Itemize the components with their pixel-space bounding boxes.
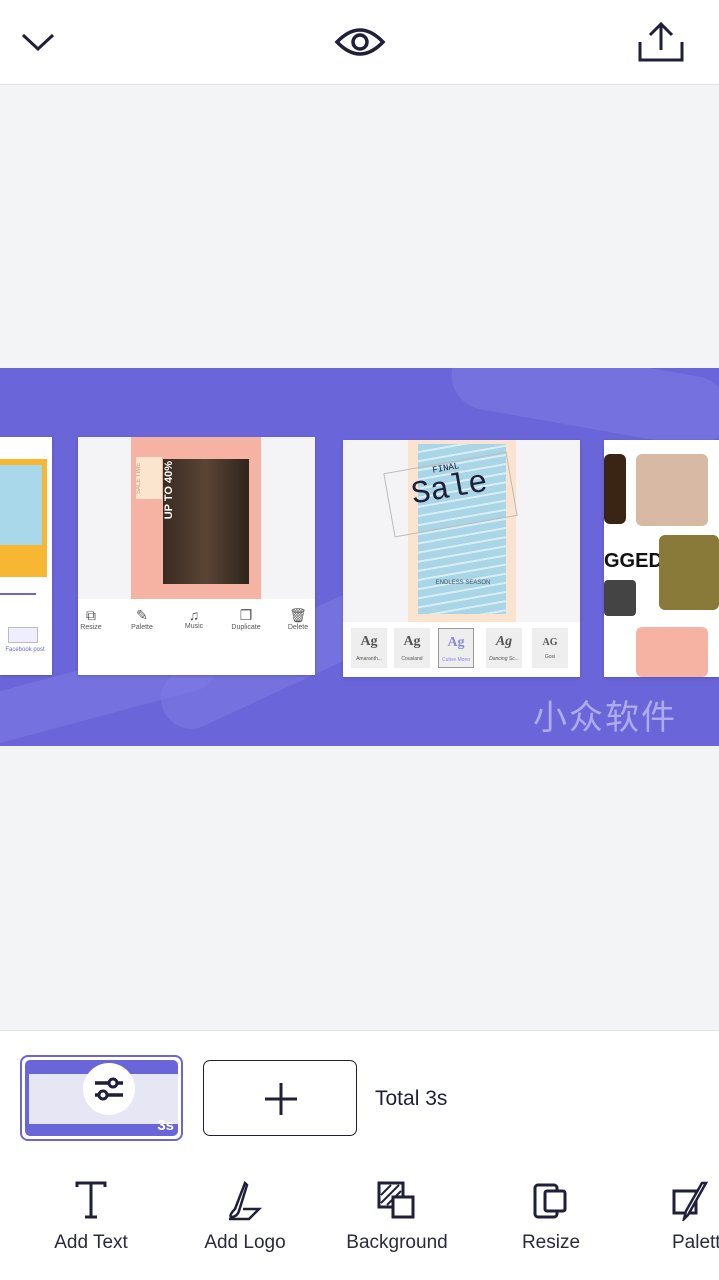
font-option[interactable]: Ag Cousland [394,628,430,668]
font-option[interactable]: AG Gosi [532,628,568,668]
font-option[interactable]: Ag Amaranth... [351,628,387,668]
card-tool-resize[interactable]: ⧉ Resize [71,607,111,631]
card-tool-delete[interactable]: 🗑 Delete [278,607,318,631]
card-label: Facebook post [5,647,45,653]
slide-duration: 3s [157,1117,174,1134]
resize-icon [533,1183,567,1219]
template-card-font[interactable]: FINAL Sale ENDLESS SEASON Ag Amaranth... … [343,440,580,677]
palette-icon [672,1181,709,1224]
facebook-icon [8,627,38,643]
card-tool-palette[interactable]: ✎ Palette [122,607,162,631]
duplicate-icon: ❐ [239,607,253,623]
add-logo-button[interactable]: Add Logo [180,1180,310,1254]
text-icon [75,1181,107,1219]
palette-button[interactable]: Palette [640,1181,719,1254]
music-icon: ♫ [188,607,200,623]
add-slide-button[interactable] [203,1060,357,1136]
eye-icon[interactable] [334,24,386,60]
card-tool-duplicate[interactable]: ❐ Duplicate [226,607,266,631]
share-icon[interactable] [636,20,686,64]
brush-icon [229,1180,263,1221]
template-card-collage[interactable]: GGED [604,440,719,677]
font-option[interactable]: Ag Dancing Sc... [486,628,522,668]
adjust-icon[interactable] [83,1063,135,1115]
watermark: 小众软件 [533,699,677,737]
resize-button[interactable]: Resize [486,1181,616,1254]
background-icon [377,1181,415,1219]
plus-icon [265,1083,297,1115]
palette-icon: ✎ [136,607,148,623]
template-card-facebook[interactable]: Facebook post [0,437,52,675]
background-button[interactable]: Background [332,1181,462,1254]
slide-thumbnail[interactable]: 3s [20,1055,183,1141]
trash-icon: 🗑 [289,607,307,623]
top-bar [0,0,719,85]
chevron-down-icon[interactable] [20,30,56,54]
bottom-panel: 3s Total 3s Add Text Add Logo Background… [0,1030,719,1280]
font-option-selected[interactable]: Ag Cutive Mono [438,628,474,668]
resize-icon: ⧉ [86,607,96,623]
add-text-button[interactable]: Add Text [26,1181,156,1254]
template-card-selected[interactable]: SALE TIME UP TO 40% ⧉ Resize ✎ Palette ♫ Mu… [78,437,315,675]
card-tool-music[interactable]: ♫ Music [174,607,214,630]
total-duration: Total 3s [375,1087,448,1110]
